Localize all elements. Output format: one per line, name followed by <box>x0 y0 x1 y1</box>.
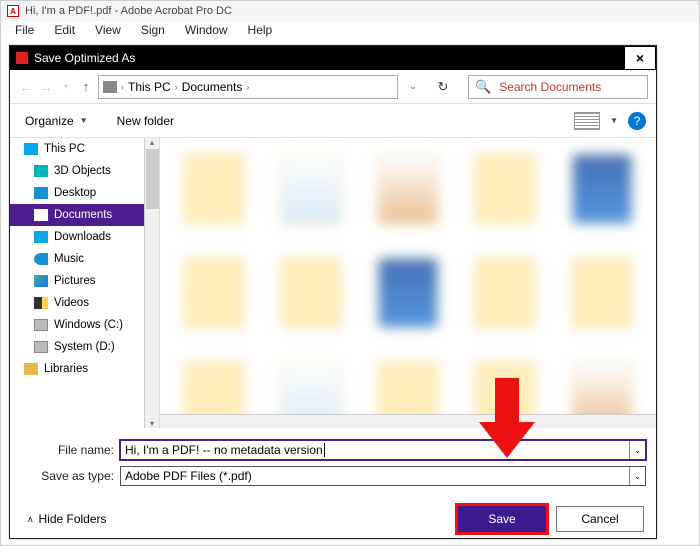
menu-edit[interactable]: Edit <box>44 21 85 41</box>
breadcrumb-history-dropdown[interactable]: ⌄ <box>406 81 420 92</box>
chevron-down-icon: ▼ <box>80 116 88 125</box>
saveastype-value: Adobe PDF Files (*.pdf) <box>125 469 252 483</box>
nav-back-button[interactable]: ← <box>18 76 34 98</box>
search-icon: 🔍 <box>475 79 491 95</box>
dialog-modal-region: Save Optimized As × ← → ▾ ↑ › This PC › … <box>1 45 699 545</box>
tree-item-downloads[interactable]: Downloads <box>10 226 144 248</box>
app-title: Hi, I'm a PDF!.pdf - Adobe Acrobat Pro D… <box>25 5 232 17</box>
chevron-up-icon: ʌ <box>28 514 33 524</box>
pc-icon <box>24 143 38 155</box>
lib-icon <box>24 363 38 375</box>
scroll-up-icon[interactable]: ▴ <box>150 138 154 147</box>
breadcrumb-sep-icon: › <box>121 82 124 92</box>
chevron-down-icon[interactable]: ▼ <box>610 116 618 125</box>
tree-scrollbar[interactable]: ▴ ▾ <box>144 138 159 428</box>
menubar: File Edit View Sign Window Help <box>1 21 699 41</box>
tree-item-3d-objects[interactable]: 3D Objects <box>10 160 144 182</box>
music-icon <box>34 253 48 265</box>
new-folder-button[interactable]: New folder <box>117 114 174 128</box>
3d-icon <box>34 165 48 177</box>
view-mode-button[interactable] <box>574 112 600 130</box>
search-placeholder: Search Documents <box>499 80 601 94</box>
folder-scrollbar-horizontal[interactable] <box>160 414 656 428</box>
save-button[interactable]: Save <box>458 506 546 532</box>
tree-item-label: Music <box>54 253 84 265</box>
tree-item-windows-c-[interactable]: Windows (C:) <box>10 314 144 336</box>
scroll-down-icon[interactable]: ▾ <box>150 419 154 428</box>
tree-item-system-d-[interactable]: System (D:) <box>10 336 144 358</box>
filename-label: File name: <box>20 443 116 457</box>
toolbar-row: Organize ▼ New folder ▼ ? <box>10 104 656 138</box>
vid-icon <box>34 297 48 309</box>
pdf-mini-icon <box>16 52 28 64</box>
help-button[interactable]: ? <box>628 112 646 130</box>
filename-dropdown-icon[interactable]: ⌄ <box>629 441 645 459</box>
filename-value: Hi, I'm a PDF! -- no metadata version <box>125 443 325 457</box>
tree-item-label: Windows (C:) <box>54 319 123 331</box>
menu-help[interactable]: Help <box>238 21 283 41</box>
breadcrumb[interactable]: › This PC › Documents › <box>98 75 398 99</box>
saveastype-select[interactable]: Adobe PDF Files (*.pdf) ⌄ <box>120 466 646 486</box>
refresh-button[interactable]: ↻ <box>434 79 452 95</box>
tree-item-label: Pictures <box>54 275 96 287</box>
menu-sign[interactable]: Sign <box>131 21 175 41</box>
tree-item-this-pc[interactable]: This PC <box>10 138 144 160</box>
tree-item-desktop[interactable]: Desktop <box>10 182 144 204</box>
tree-item-label: Documents <box>54 209 112 221</box>
save-dialog: Save Optimized As × ← → ▾ ↑ › This PC › … <box>9 45 657 539</box>
pdf-app-icon: A <box>7 5 19 17</box>
desk-icon <box>34 187 48 199</box>
tree-item-label: This PC <box>44 143 85 155</box>
tree-item-libraries[interactable]: Libraries <box>10 358 144 380</box>
dialog-titlebar: Save Optimized As × <box>10 46 656 70</box>
folder-thumbnails <box>160 138 656 428</box>
tree-item-label: Downloads <box>54 231 111 243</box>
breadcrumb-root[interactable]: This PC <box>128 80 171 94</box>
down-icon <box>34 231 48 243</box>
organize-button[interactable]: Organize ▼ <box>20 111 93 131</box>
breadcrumb-folder[interactable]: Documents <box>182 80 243 94</box>
drive-icon <box>34 341 48 353</box>
tree-item-label: Libraries <box>44 363 88 375</box>
drive-icon <box>103 81 117 93</box>
app-titlebar: A Hi, I'm a PDF!.pdf - Adobe Acrobat Pro… <box>1 1 699 21</box>
cancel-button[interactable]: Cancel <box>556 506 644 532</box>
filename-input[interactable]: Hi, I'm a PDF! -- no metadata version ⌄ <box>120 440 646 460</box>
organize-label: Organize <box>25 114 74 128</box>
saveastype-dropdown-icon[interactable]: ⌄ <box>629 467 645 485</box>
nav-recent-dropdown[interactable]: ▾ <box>58 76 74 98</box>
tree-item-music[interactable]: Music <box>10 248 144 270</box>
close-button[interactable]: × <box>625 47 655 69</box>
nav-forward-button[interactable]: → <box>38 76 54 98</box>
saveastype-label: Save as type: <box>20 469 116 483</box>
tree-item-label: Videos <box>54 297 89 309</box>
doc-icon <box>34 209 48 221</box>
tree-item-videos[interactable]: Videos <box>10 292 144 314</box>
tree-item-pictures[interactable]: Pictures <box>10 270 144 292</box>
breadcrumb-sep-icon: › <box>246 82 249 92</box>
hide-folders-button[interactable]: ʌ Hide Folders <box>28 512 107 526</box>
pic-icon <box>34 275 48 287</box>
tree-item-label: 3D Objects <box>54 165 111 177</box>
hide-folders-label: Hide Folders <box>39 512 107 526</box>
nav-row: ← → ▾ ↑ › This PC › Documents › ⌄ ↻ 🔍 Se… <box>10 70 656 104</box>
breadcrumb-sep-icon: › <box>175 82 178 92</box>
drive-icon <box>34 319 48 331</box>
search-input[interactable]: 🔍 Search Documents <box>468 75 648 99</box>
dialog-title: Save Optimized As <box>34 51 135 65</box>
menu-window[interactable]: Window <box>175 21 238 41</box>
nav-tree[interactable]: This PC 3D Objects Desktop Documents Downloa… <box>10 138 144 428</box>
scroll-thumb[interactable] <box>146 149 159 209</box>
folder-view[interactable] <box>160 138 656 428</box>
tree-item-label: Desktop <box>54 187 96 199</box>
nav-up-button[interactable]: ↑ <box>78 76 94 98</box>
menu-file[interactable]: File <box>5 21 44 41</box>
menu-view[interactable]: View <box>85 21 131 41</box>
tree-item-documents[interactable]: Documents <box>10 204 144 226</box>
tree-item-label: System (D:) <box>54 341 115 353</box>
